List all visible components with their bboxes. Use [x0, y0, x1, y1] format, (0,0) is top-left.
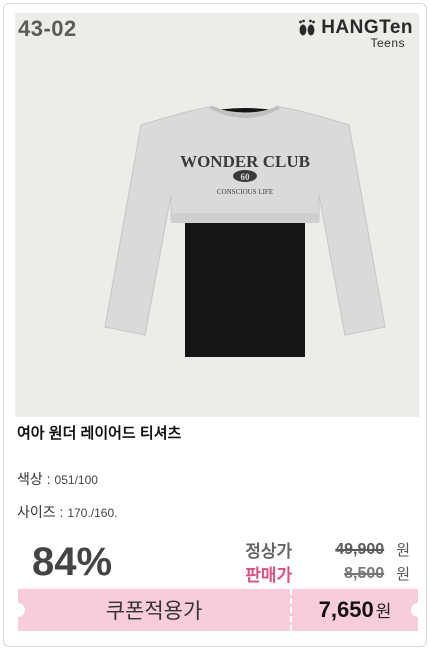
coupon-label: 쿠폰적용가	[105, 600, 203, 623]
coupon-price: 7,650 원	[292, 597, 418, 623]
coupon-price-bar[interactable]: 쿠폰적용가 7,650 원	[11, 589, 425, 631]
size-attribute: 사이즈 :170./160.	[17, 502, 117, 522]
regular-price-row: 정상가 49,900 원	[245, 537, 410, 562]
currency-unit: 원	[396, 566, 410, 583]
sale-price-value: 8,500	[344, 564, 385, 582]
product-card[interactable]: 43-02 HANGTen Teens WONDER CLUB 60 CONSC…	[3, 3, 427, 647]
regular-price-value: 49,900	[335, 540, 385, 558]
brand-logo: HANGTen Teens	[297, 17, 413, 50]
size-label: 사이즈 :	[17, 504, 64, 520]
sku-code: 43-02	[18, 16, 77, 41]
color-attribute: 색상 :051/100	[17, 469, 98, 489]
sale-price-label: 판매가	[245, 566, 293, 585]
discount-rate: 84%	[32, 540, 113, 584]
footprint-icon	[299, 19, 316, 36]
print-number: 60	[241, 172, 251, 182]
currency-unit: 원	[375, 602, 392, 621]
regular-price-label: 정상가	[245, 542, 293, 561]
sale-price-row: 판매가 8,500 원	[245, 561, 410, 586]
print-wonder-club: WONDER CLUB	[180, 152, 310, 171]
print-conscious-life: CONSCIOUS LIFE	[217, 188, 273, 196]
product-image[interactable]: 43-02 HANGTen Teens WONDER CLUB 60 CONSC…	[15, 13, 419, 417]
layered-tshirt-photo: WONDER CLUB 60 CONSCIOUS LIFE	[104, 105, 386, 357]
color-label: 색상 :	[17, 471, 51, 487]
coupon-price-value: 7,650	[318, 597, 374, 622]
currency-unit: 원	[396, 542, 410, 559]
color-value: 051/100	[54, 473, 98, 487]
size-value: 170./160.	[67, 506, 118, 520]
product-title[interactable]: 여아 원더 레이어드 티셔츠	[17, 422, 181, 443]
